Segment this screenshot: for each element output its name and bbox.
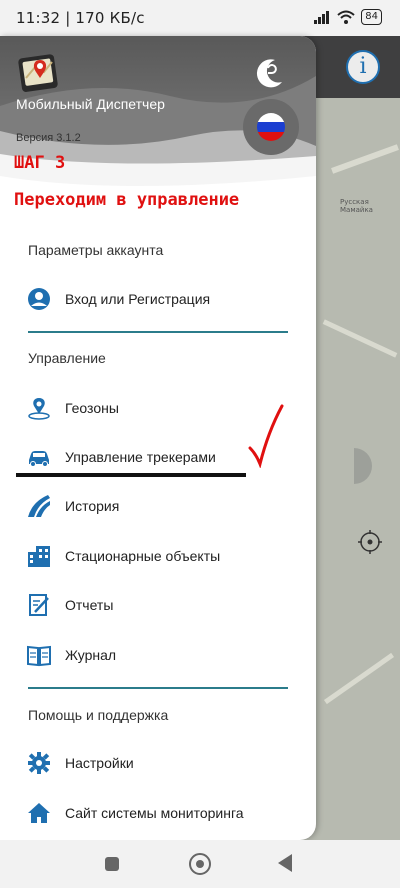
section-title-help: Помощь и поддержка (28, 707, 169, 723)
map-road (323, 652, 395, 705)
home-icon (28, 803, 50, 823)
wifi-icon (337, 10, 355, 24)
back-icon[interactable] (278, 854, 292, 872)
annotation-check-icon (248, 404, 284, 468)
section-title-management: Управление (28, 350, 106, 366)
menu-item-monitoring-site[interactable]: Сайт системы мониторинга (0, 791, 316, 835)
signal-icon (314, 11, 330, 24)
report-icon (29, 594, 49, 616)
app-title: Мобильный Диспетчер (16, 96, 165, 112)
menu-item-label: Сайт системы мониторинга (65, 805, 244, 821)
dark-mode-toggle-icon[interactable] (250, 54, 288, 92)
menu-item-label: Вход или Регистрация (65, 291, 211, 307)
menu-item-label: Геозоны (65, 400, 119, 416)
language-button[interactable] (243, 99, 299, 155)
menu-item-settings[interactable]: Настройки (0, 741, 316, 785)
menu-item-label: Настройки (65, 755, 134, 771)
road-history-icon (28, 495, 50, 517)
map-road (331, 144, 399, 174)
status-icons: 84 (307, 9, 382, 25)
menu-item-label: Журнал (65, 647, 117, 663)
menu-item-label: Управление трекерами (65, 449, 216, 465)
menu-item-history[interactable]: История (0, 484, 316, 528)
building-icon (28, 546, 50, 567)
menu-item-stationary-objects[interactable]: Стационарные объекты (0, 534, 316, 578)
info-icon[interactable]: i (346, 50, 380, 84)
status-time: 11:32 | 170 КБ/с (16, 9, 145, 27)
geofence-pin-icon (28, 398, 50, 420)
menu-item-login[interactable]: Вход или Регистрация (0, 277, 316, 321)
account-circle-icon (28, 288, 50, 310)
menu-item-reports[interactable]: Отчеты (0, 583, 316, 627)
menu-item-label: Отчеты (65, 597, 114, 613)
status-bar: 11:32 | 170 КБ/с 84 (0, 0, 400, 36)
journal-book-icon (27, 645, 51, 667)
divider (28, 687, 288, 689)
annotation-step: ШАГ 3 (14, 153, 66, 173)
locate-icon[interactable] (356, 528, 384, 556)
system-nav-bar (0, 840, 400, 888)
drawer-header: Мобильный Диспетчер Версия 3.1.2 ШАГ 3 П… (0, 36, 316, 216)
recents-icon[interactable] (105, 857, 119, 871)
app-logo (18, 54, 58, 92)
divider (28, 331, 288, 333)
menu-item-label: История (65, 498, 120, 514)
menu-item-journal[interactable]: Журнал (0, 633, 316, 677)
annotation-underline (16, 473, 246, 477)
battery-icon: 84 (361, 9, 382, 25)
home-nav-icon[interactable] (189, 853, 211, 875)
car-icon (29, 451, 49, 467)
home-nav-dot (196, 860, 204, 868)
section-title-account: Параметры аккаунта (28, 242, 164, 258)
russia-flag-icon (257, 113, 285, 141)
app-version: Версия 3.1.2 (16, 132, 81, 144)
annotation-instruction: Переходим в управление (14, 190, 240, 210)
menu-item-label: Стационарные объекты (65, 548, 221, 564)
map-place-label: Русская Мамайка (340, 198, 373, 214)
map-road (322, 319, 398, 358)
gear-icon (28, 752, 50, 774)
